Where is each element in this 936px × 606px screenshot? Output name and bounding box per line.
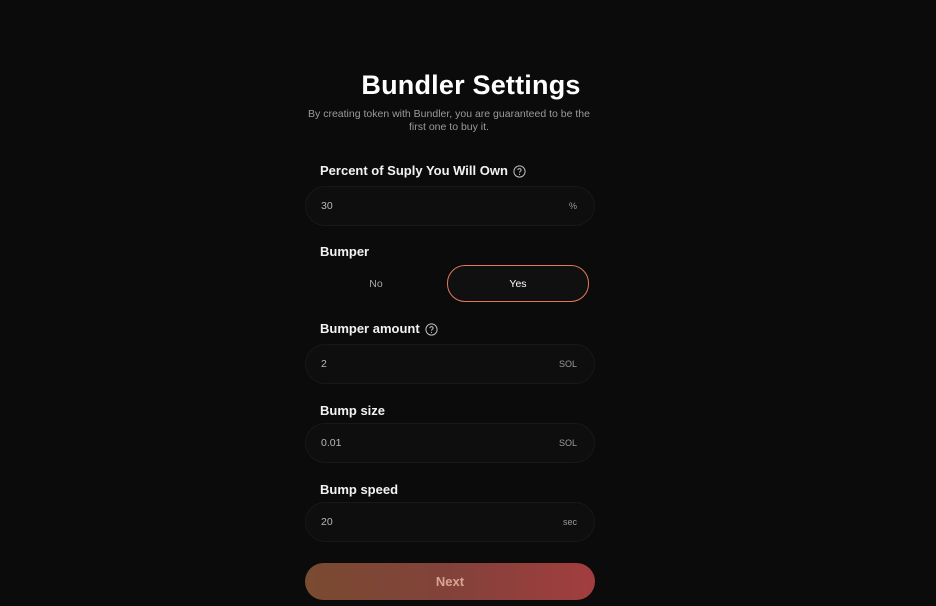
help-icon[interactable] [425,322,438,336]
bumper-label-row: Bumper [320,244,369,260]
supply-percent-label-row: Percent of Suply You Will Own [320,163,526,179]
bump-size-field[interactable]: SOL [305,423,595,463]
supply-percent-field[interactable]: % [305,186,595,226]
bump-speed-label-row: Bump speed [320,482,398,498]
bumper-toggle: No Yes [305,265,589,302]
bumper-amount-label: Bumper amount [320,321,420,336]
bump-size-label: Bump size [320,403,386,418]
bump-size-unit: SOL [558,438,577,448]
bump-size-label-row: Bump size [320,403,385,419]
help-icon[interactable] [513,164,526,178]
bump-speed-unit: sec [562,517,577,527]
next-button[interactable]: Next [305,563,595,600]
bumper-label: Bumper [320,244,370,259]
supply-percent-input[interactable] [321,200,521,212]
bundler-settings-page: Bundler Settings By creating token with … [0,0,936,606]
bumper-amount-field[interactable]: SOL [305,344,595,384]
bumper-option-no[interactable]: No [305,265,447,302]
bump-speed-field[interactable]: sec [305,502,595,542]
bumper-option-yes[interactable]: Yes [447,265,589,302]
bumper-amount-input[interactable] [321,358,521,370]
supply-percent-unit: % [568,201,577,211]
bump-speed-input[interactable] [321,516,521,528]
bump-size-input[interactable] [321,437,521,449]
page-subtitle: By creating token with Bundler, you are … [308,108,590,133]
bumper-amount-unit: SOL [558,359,577,369]
page-title: Bundler Settings [361,70,581,100]
supply-percent-label: Percent of Suply You Will Own [320,163,508,178]
bumper-amount-label-row: Bumper amount [320,321,438,337]
bump-speed-label: Bump speed [320,482,399,497]
